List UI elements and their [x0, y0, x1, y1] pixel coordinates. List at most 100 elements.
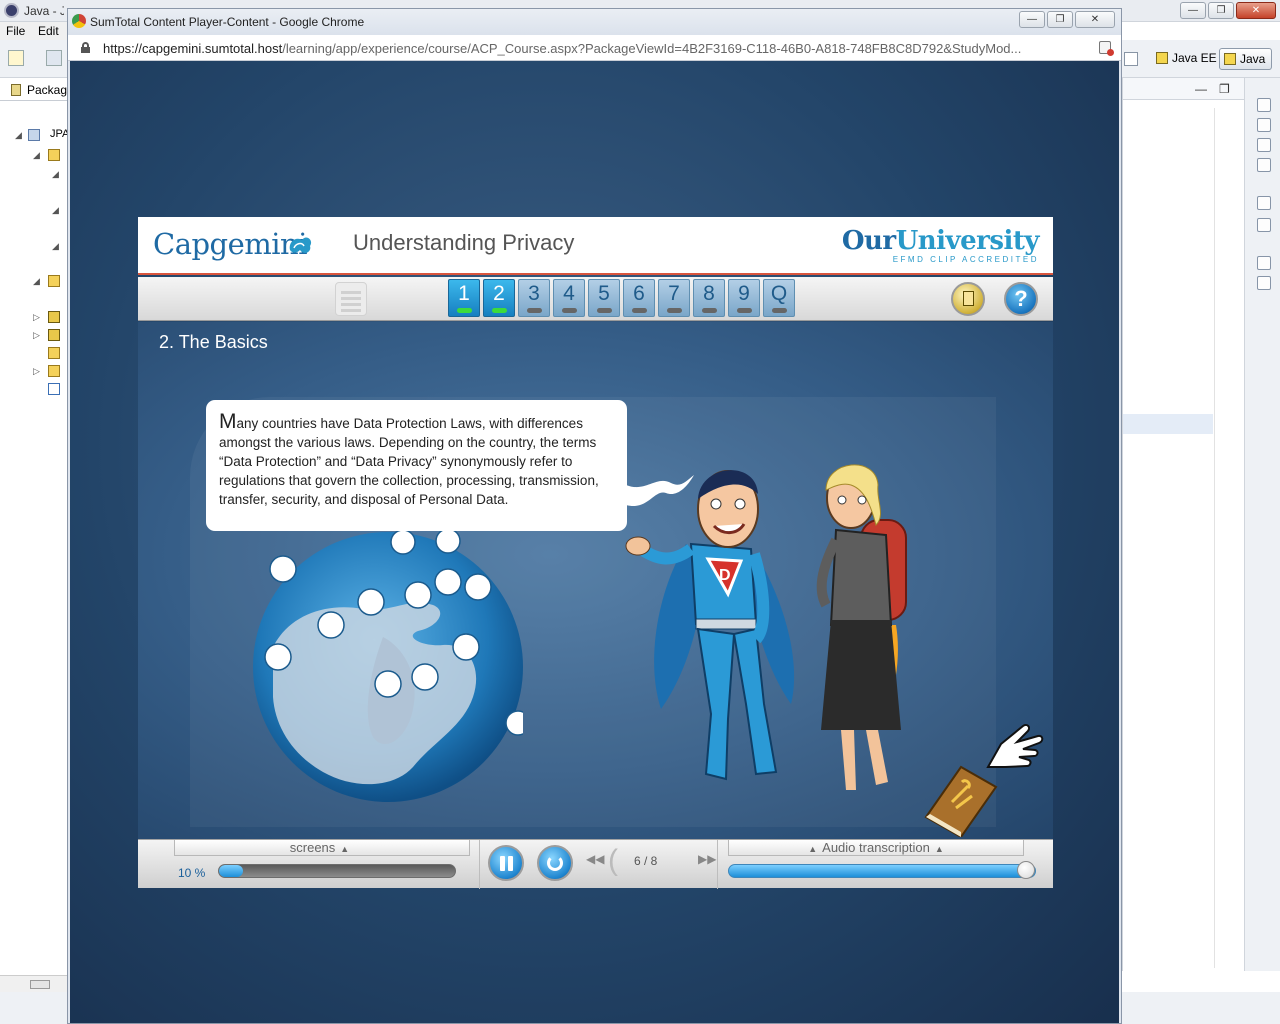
maximize-icon[interactable]: ❐ — [1219, 82, 1230, 96]
chapter-tab-label: 8 — [703, 282, 715, 305]
tree-row[interactable]: ◢ — [0, 167, 68, 181]
save-icon[interactable] — [46, 50, 62, 66]
audio-slider-knob[interactable] — [1017, 861, 1035, 879]
tree-row[interactable]: ◢ — [0, 239, 68, 253]
chapter-tab-9[interactable]: 9 — [728, 279, 760, 317]
help-button[interactable]: ? — [1004, 282, 1038, 316]
task-list-icon[interactable] — [1257, 98, 1271, 112]
ide-maximize-button[interactable]: ❐ — [1208, 2, 1234, 19]
declaration-icon[interactable] — [1257, 158, 1271, 172]
ide-menu-bar: File Edit — [0, 22, 68, 40]
chapter-tab-label: 9 — [738, 282, 750, 305]
chapter-tab-2[interactable]: 2 — [483, 279, 515, 317]
completion-led-icon — [597, 308, 612, 313]
minimize-icon[interactable]: — — [1195, 82, 1207, 96]
audio-volume-bar[interactable] — [728, 864, 1036, 878]
menu-list-icon[interactable] — [335, 282, 367, 316]
chevron-up-icon: ▲ — [934, 844, 944, 854]
replay-button[interactable] — [537, 845, 573, 881]
chevron-up-icon: ▲ — [340, 844, 350, 854]
tree-row[interactable]: ▷ — [0, 364, 68, 378]
course-player: Capgemini Understanding Privacy OurUnive… — [138, 217, 1053, 889]
source-folder-icon — [48, 275, 60, 287]
project-icon — [28, 129, 40, 141]
tree-row[interactable] — [0, 382, 68, 396]
address-bar[interactable]: https://capgemini.sumtotal.host/learning… — [68, 35, 1121, 61]
folder-icon — [48, 347, 60, 359]
perspective-java-ee[interactable]: Java EE — [1152, 48, 1223, 70]
screens-label: screens — [289, 840, 336, 855]
chrome-title-bar: SumTotal Content Player-Content - Google… — [68, 9, 1121, 35]
tree-row[interactable]: ◢ — [0, 203, 68, 217]
tree-row-project[interactable]: ◢ JPA — [0, 128, 69, 142]
completion-led-icon — [667, 308, 682, 313]
completion-led-icon — [702, 308, 717, 313]
eclipse-icon — [4, 3, 19, 18]
divider — [717, 840, 718, 889]
restore-icon[interactable] — [1257, 196, 1271, 210]
console-icon[interactable] — [1257, 276, 1271, 290]
chapter-tab-label: 6 — [633, 282, 645, 305]
chrome-icon — [72, 14, 86, 28]
open-perspective-icon[interactable] — [1124, 52, 1138, 66]
chapter-tab-8[interactable]: 8 — [693, 279, 725, 317]
javadoc-icon[interactable] — [1257, 138, 1271, 152]
glossary-button[interactable] — [951, 282, 985, 316]
chrome-maximize-button[interactable]: ❐ — [1047, 11, 1073, 28]
spade-logo-icon — [289, 237, 312, 253]
chapter-tab-4[interactable]: 4 — [553, 279, 585, 317]
chapter-tab-label: 5 — [598, 282, 610, 305]
new-file-icon[interactable] — [8, 50, 24, 66]
outline-header: — ❐ — [1123, 78, 1245, 100]
slide-content: 2. The Basics Many countries have Data P… — [138, 322, 1053, 839]
previous-screen-icon[interactable]: ◀◀ — [586, 852, 604, 866]
ide-close-button[interactable]: ✕ — [1236, 2, 1276, 19]
chapter-tab-6[interactable]: 6 — [623, 279, 655, 317]
url-text[interactable]: https://capgemini.sumtotal.host/learning… — [103, 41, 1083, 56]
chrome-close-button[interactable]: ✕ — [1075, 11, 1115, 28]
next-screen-icon[interactable]: ▶▶ — [698, 852, 716, 866]
tree-row[interactable] — [0, 346, 68, 360]
perspective-java[interactable]: Java — [1219, 48, 1273, 70]
chapter-tab-q[interactable]: Q — [763, 279, 795, 317]
chrome-minimize-button[interactable]: — — [1019, 11, 1045, 28]
chapter-tab-3[interactable]: 3 — [518, 279, 550, 317]
replay-icon — [547, 855, 563, 871]
ide-menu-file[interactable]: File — [6, 24, 25, 38]
chrome-window: SumTotal Content Player-Content - Google… — [67, 8, 1122, 1024]
completion-led-icon — [527, 308, 542, 313]
screens-toggle[interactable]: screens ▲ — [174, 840, 470, 856]
package-explorer-tab[interactable]: Packag — [0, 79, 68, 101]
tree-row[interactable]: ◢ — [0, 148, 68, 162]
restore-icon[interactable] — [1257, 256, 1271, 270]
bubble-text: any countries have Data Protection Laws,… — [219, 416, 599, 507]
chapter-tab-1[interactable]: 1 — [448, 279, 480, 317]
tree-row[interactable]: ▷ — [0, 328, 68, 342]
pointer-hand-icon — [986, 723, 1044, 768]
library-icon — [48, 311, 60, 323]
blocked-popup-icon[interactable] — [1099, 41, 1114, 56]
ide-horizontal-scrollbar[interactable] — [0, 975, 68, 992]
lock-icon[interactable] — [81, 42, 90, 53]
chapter-tabs: 123456789Q — [448, 279, 795, 317]
section-title: 2. The Basics — [159, 332, 268, 352]
completion-led-icon — [492, 308, 507, 313]
hierarchy-icon[interactable] — [1257, 218, 1271, 232]
tree-row[interactable]: ◢ — [0, 274, 68, 288]
chapter-tab-5[interactable]: 5 — [588, 279, 620, 317]
java-ee-icon — [1156, 52, 1168, 64]
ide-minimize-button[interactable]: — — [1180, 2, 1206, 19]
java-icon — [1224, 53, 1236, 65]
tree-row[interactable]: ▷ — [0, 310, 68, 324]
globe-illustration — [253, 528, 523, 802]
ide-menu-edit[interactable]: Edit — [38, 24, 59, 38]
outline-selected-row[interactable] — [1123, 414, 1213, 434]
ide-side-toolbar — [1244, 78, 1280, 971]
chapter-tab-7[interactable]: 7 — [658, 279, 690, 317]
chapter-tab-label: Q — [770, 282, 788, 305]
law-book-icon[interactable] — [916, 762, 1000, 837]
outline-scrollbar[interactable] — [1214, 108, 1230, 968]
audio-transcription-toggle[interactable]: ▲ Audio transcription ▲ — [728, 840, 1024, 856]
outline-icon[interactable] — [1257, 118, 1271, 132]
pause-button[interactable] — [488, 845, 524, 881]
